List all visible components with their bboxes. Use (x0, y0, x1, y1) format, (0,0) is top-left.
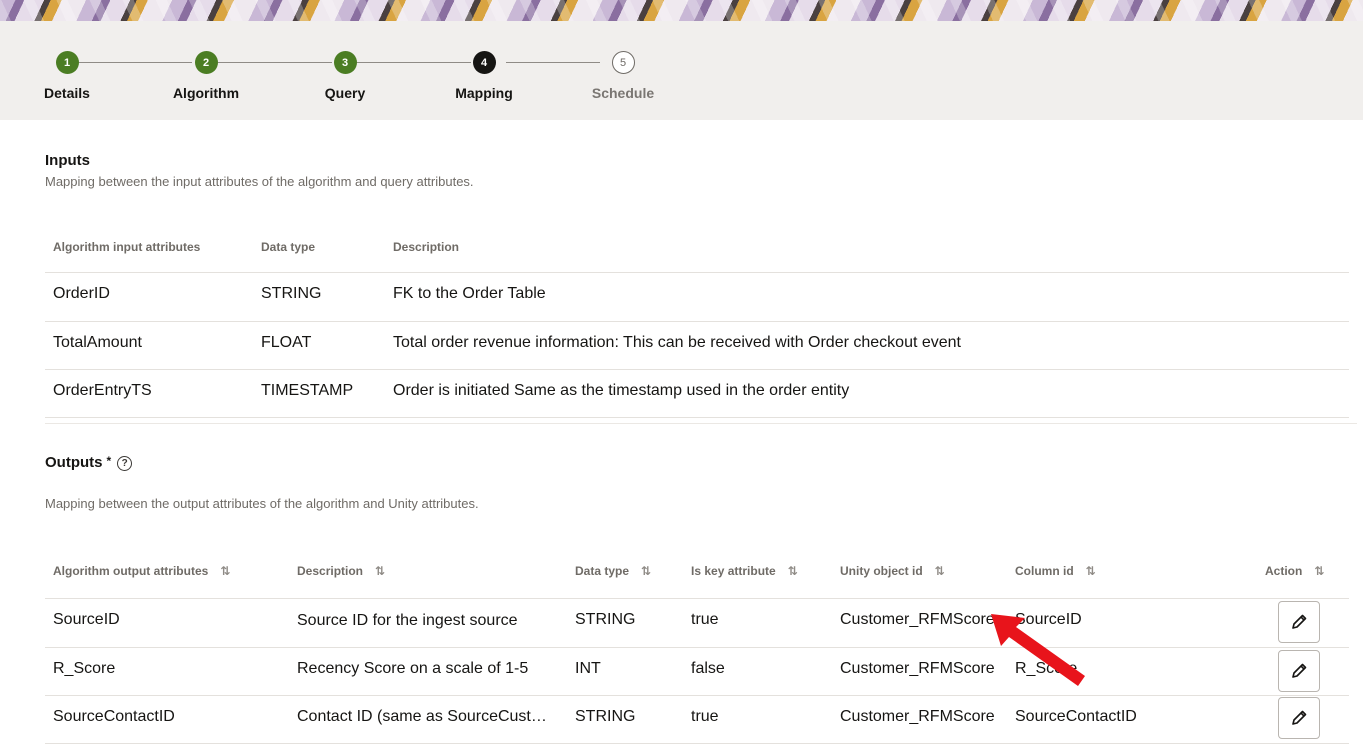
sort-icon[interactable]: ⇅ (1086, 564, 1096, 578)
sort-icon[interactable]: ⇅ (375, 564, 385, 578)
pencil-icon (1292, 614, 1307, 629)
required-indicator: * (106, 454, 112, 468)
sort-icon[interactable]: ⇅ (1314, 564, 1324, 578)
cell-description: FK to the Order Table (393, 285, 546, 302)
column-header-data-type[interactable]: Data type ⇅ (575, 564, 651, 578)
step-label: Mapping (455, 85, 513, 101)
column-header-is-key[interactable]: Is key attribute ⇅ (691, 564, 798, 578)
step-train: 1 Details 2 Algorithm 3 Query 4 Mapping … (0, 21, 1363, 120)
step-label: Algorithm (172, 85, 240, 101)
help-icon[interactable]: ? (117, 455, 133, 471)
edit-button[interactable] (1278, 601, 1320, 643)
outputs-description: Mapping between the output attributes of… (45, 496, 479, 511)
row-divider (45, 272, 1349, 273)
column-header: Data type (261, 240, 316, 254)
sort-icon[interactable]: ⇅ (935, 564, 945, 578)
row-divider (45, 647, 1349, 648)
column-header-unity-object-id[interactable]: Unity object id ⇅ (840, 564, 945, 578)
step-number: 1 (55, 51, 79, 74)
step-label: Schedule (591, 85, 655, 101)
cell-data-type: INT (575, 660, 601, 677)
cell-attribute: OrderID (53, 285, 110, 302)
step-mapping[interactable]: 4 Mapping (424, 51, 544, 101)
column-header-column-id[interactable]: Column id ⇅ (1015, 564, 1096, 578)
cell-is-key: true (691, 611, 719, 628)
cell-data-type: STRING (575, 611, 636, 628)
cell-data-type: STRING (261, 285, 322, 302)
row-divider (45, 743, 1349, 744)
cell-is-key: true (691, 708, 719, 725)
cell-description: Recency Score on a scale of 1-5 (297, 660, 529, 677)
column-header-output-attributes[interactable]: Algorithm output attributes ⇅ (53, 564, 230, 578)
cell-data-type: FLOAT (261, 334, 312, 351)
sort-icon[interactable]: ⇅ (220, 564, 230, 578)
step-number: 2 (194, 51, 218, 74)
step-algorithm[interactable]: 2 Algorithm (146, 51, 266, 101)
cell-attribute: OrderEntryTS (53, 382, 152, 399)
row-divider (45, 369, 1349, 370)
sort-icon[interactable]: ⇅ (641, 564, 651, 578)
sort-icon[interactable]: ⇅ (788, 564, 798, 578)
step-details[interactable]: 1 Details (7, 51, 127, 101)
row-divider (45, 598, 1349, 599)
cell-unity-object-id: Customer_RFMScore (840, 708, 995, 725)
cell-unity-object-id: Customer_RFMScore (840, 660, 995, 677)
section-divider (45, 423, 1357, 424)
cell-description: Source ID for the ingest source (297, 612, 518, 629)
step-schedule[interactable]: 5 Schedule (563, 51, 683, 101)
cell-output-attribute: SourceID (53, 611, 120, 628)
column-header-description[interactable]: Description ⇅ (297, 564, 385, 578)
annotation-arrow-icon (991, 614, 1085, 686)
cell-unity-object-id: Customer_RFMScore (840, 611, 995, 628)
step-label: Query (324, 85, 366, 101)
cell-attribute: TotalAmount (53, 334, 142, 351)
cell-column-id: SourceContactID (1015, 708, 1137, 725)
cell-description: Total order revenue information: This ca… (393, 334, 961, 351)
row-divider (45, 417, 1349, 418)
cell-data-type: TIMESTAMP (261, 382, 354, 399)
edit-button[interactable] (1278, 697, 1320, 739)
inputs-title: Inputs (45, 152, 90, 169)
step-number: 5 (611, 51, 635, 74)
outputs-title: Outputs (45, 454, 103, 471)
outputs-title-row: Outputs *? (45, 454, 133, 471)
step-query[interactable]: 3 Query (285, 51, 405, 101)
column-header: Description (393, 240, 460, 254)
cell-data-type: STRING (575, 708, 636, 725)
edit-button[interactable] (1278, 650, 1320, 692)
row-divider (45, 695, 1349, 696)
column-header: Algorithm input attributes (53, 240, 201, 254)
cell-description: Order is initiated Same as the timestamp… (393, 382, 850, 399)
step-label: Details (44, 85, 90, 101)
cell-output-attribute: SourceContactID (53, 708, 175, 725)
row-divider (45, 321, 1349, 322)
pencil-icon (1292, 710, 1307, 725)
inputs-description: Mapping between the input attributes of … (45, 174, 474, 189)
cell-output-attribute: R_Score (53, 660, 116, 677)
cell-is-key: false (691, 660, 725, 677)
step-number: 3 (333, 51, 357, 74)
step-number: 4 (472, 51, 496, 74)
cell-description: Contact ID (same as SourceCust… (297, 708, 547, 725)
pencil-icon (1292, 663, 1307, 678)
column-header-action[interactable]: Action ⇅ (1265, 564, 1324, 578)
header-banner (0, 0, 1363, 21)
